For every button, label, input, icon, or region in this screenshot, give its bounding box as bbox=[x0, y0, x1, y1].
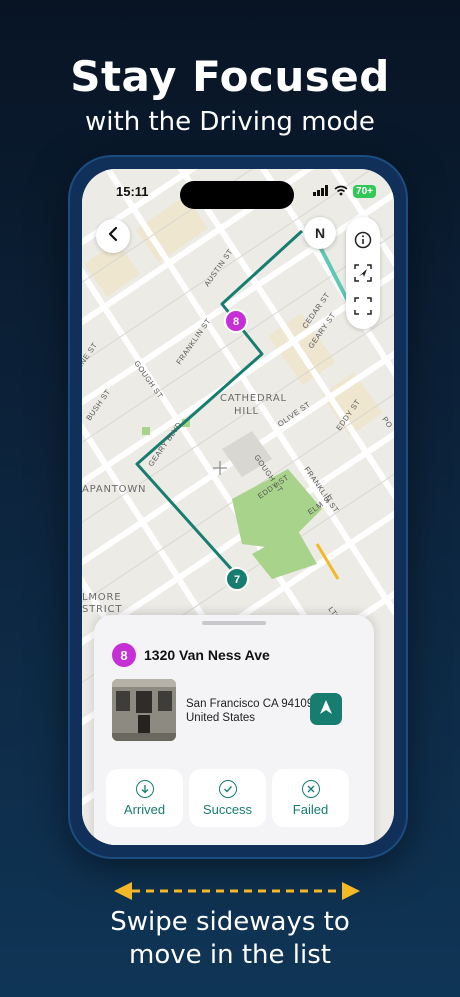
cathedral-label: CATHEDRAL bbox=[220, 393, 287, 404]
stop-card[interactable]: 8 1320 Van Ness Ave San Francisco CA 941… bbox=[94, 615, 374, 845]
swipe-arrows-icon bbox=[112, 880, 362, 902]
success-label: Success bbox=[202, 801, 253, 817]
navigation-arrow-icon bbox=[319, 699, 333, 720]
stop-address: San Francisco CA 94109 United States bbox=[186, 697, 313, 725]
stop-marker-7[interactable]: 7 bbox=[234, 574, 240, 586]
back-button[interactable] bbox=[96, 219, 130, 253]
headline: Stay Focused with the Driving mode bbox=[0, 52, 460, 137]
map-tools bbox=[346, 217, 380, 329]
footer-line-2: move in the list bbox=[129, 940, 331, 970]
failed-button[interactable]: Failed bbox=[272, 769, 349, 827]
failed-label: Failed bbox=[292, 801, 329, 817]
phone-frame: GOUGH ST FRANKLIN ST BUSH ST GEARY BLVD … bbox=[70, 157, 406, 857]
arrived-button[interactable]: Arrived bbox=[106, 769, 183, 827]
sheet-grabber[interactable] bbox=[202, 621, 266, 625]
footer-line-1: Swipe sideways to bbox=[110, 907, 350, 937]
wifi-icon bbox=[334, 184, 348, 199]
checkmark-circle-icon bbox=[218, 779, 237, 798]
stop-marker-8[interactable]: 8 bbox=[233, 316, 239, 328]
stop-photo bbox=[112, 679, 176, 741]
headline-subtitle: with the Driving mode bbox=[85, 107, 375, 137]
info-icon bbox=[354, 231, 372, 248]
japantown-label: APANTOWN bbox=[82, 484, 146, 495]
stop-header: 8 1320 Van Ness Ave bbox=[112, 643, 270, 667]
headline-title: Stay Focused bbox=[70, 52, 390, 101]
action-buttons: Arrived Success Failed bbox=[106, 769, 349, 827]
district-label: STRICT bbox=[82, 604, 122, 615]
success-button[interactable]: Success bbox=[189, 769, 266, 827]
status-time: 15:11 bbox=[116, 183, 149, 199]
compass-label: N bbox=[314, 225, 326, 241]
battery-indicator: 70+ bbox=[353, 184, 376, 198]
arrow-down-circle-icon bbox=[135, 779, 154, 798]
stop-title: 1320 Van Ness Ave bbox=[144, 647, 270, 663]
stop-number-badge: 8 bbox=[112, 643, 136, 667]
address-line-2: United States bbox=[186, 712, 256, 724]
phone-screen: GOUGH ST FRANKLIN ST BUSH ST GEARY BLVD … bbox=[82, 169, 394, 845]
address-line-1: San Francisco CA 94109 bbox=[186, 698, 314, 710]
arrived-label: Arrived bbox=[123, 801, 166, 817]
chevron-left-icon bbox=[107, 226, 119, 247]
locate-button[interactable] bbox=[354, 264, 372, 282]
expand-icon bbox=[354, 297, 372, 316]
info-button[interactable] bbox=[354, 231, 372, 249]
fit-bounds-button[interactable] bbox=[354, 297, 372, 316]
navigate-button[interactable] bbox=[310, 693, 342, 725]
x-circle-icon bbox=[301, 779, 320, 798]
fillmore-label: LMORE bbox=[82, 592, 121, 603]
locate-icon bbox=[354, 264, 372, 282]
dynamic-island bbox=[180, 181, 294, 209]
hill-label: HILL bbox=[234, 406, 259, 417]
compass-button[interactable]: N bbox=[304, 217, 336, 249]
footer-caption: Swipe sideways to move in the list bbox=[0, 906, 460, 972]
signal-icon bbox=[313, 184, 329, 199]
